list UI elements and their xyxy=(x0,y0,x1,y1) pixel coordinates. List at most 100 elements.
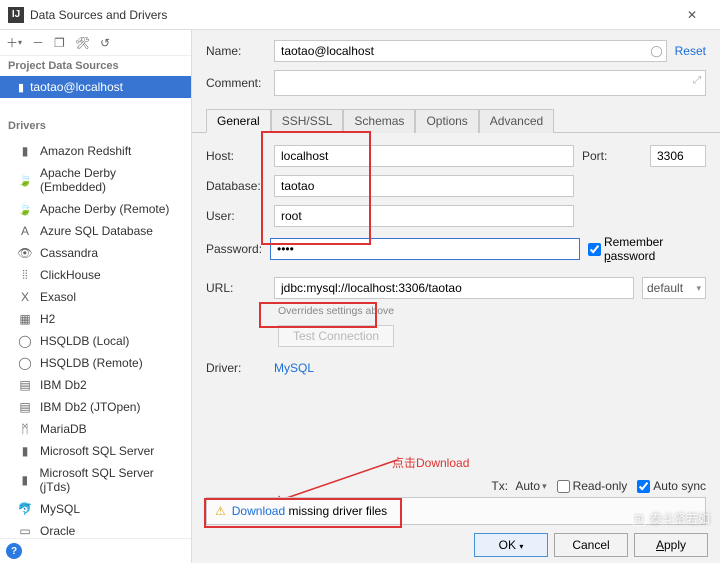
autosync-checkbox[interactable] xyxy=(637,480,650,493)
driver-label: Driver: xyxy=(206,361,266,375)
password-input[interactable] xyxy=(270,238,580,260)
driver-item[interactable]: ▮ Microsoft SQL Server xyxy=(0,440,191,462)
titlebar: IJ Data Sources and Drivers ✕ xyxy=(0,0,720,30)
driver-item[interactable]: AAzure SQL Database xyxy=(0,220,191,242)
driver-icon: ▤ xyxy=(18,378,32,392)
dialog-buttons: OK ▾ Cancel Apply xyxy=(474,533,708,557)
driver-link[interactable]: MySQL xyxy=(274,361,314,375)
driver-icon: ◯ xyxy=(18,356,32,370)
tab-ssh-ssl[interactable]: SSH/SSL xyxy=(271,109,344,133)
add-icon[interactable]: ＋▾ xyxy=(6,34,22,51)
password-label: Password: xyxy=(206,242,262,256)
driver-label: Exasol xyxy=(40,290,76,304)
help-icon[interactable]: ? xyxy=(6,543,22,559)
driver-label: HSQLDB (Remote) xyxy=(40,356,143,370)
warning-icon: ⚠ xyxy=(215,504,226,518)
driver-icon: ᛗ xyxy=(18,422,32,436)
tab-options[interactable]: Options xyxy=(415,109,478,133)
close-icon[interactable]: ✕ xyxy=(672,0,712,30)
selected-datasource[interactable]: ▮ taotao@localhost xyxy=(0,76,191,98)
driver-icon: ▮ xyxy=(18,473,32,487)
download-rest: missing driver files xyxy=(285,504,387,518)
driver-icon: ▮ xyxy=(18,444,32,458)
remember-password-label: Remember password xyxy=(604,235,706,263)
host-input[interactable] xyxy=(274,145,574,167)
port-input[interactable] xyxy=(650,145,706,167)
driver-icon: ▮ xyxy=(18,144,32,158)
comment-input[interactable]: ⤢ xyxy=(274,70,706,96)
remember-password-checkbox[interactable] xyxy=(588,243,601,256)
readonly-checkbox[interactable] xyxy=(557,480,570,493)
driver-item[interactable]: 👁Cassandra xyxy=(0,242,191,264)
ok-button[interactable]: OK ▾ xyxy=(474,533,548,557)
tab-schemas[interactable]: Schemas xyxy=(343,109,415,133)
wrench-icon[interactable]: 🛠 xyxy=(75,36,90,50)
tab-advanced[interactable]: Advanced xyxy=(479,109,554,133)
url-mode-select[interactable]: default▾ xyxy=(642,277,706,299)
driver-item[interactable]: ▦ H2 xyxy=(0,308,191,330)
readonly-option[interactable]: Read-only xyxy=(557,479,628,493)
driver-label: H2 xyxy=(40,312,55,326)
driver-item[interactable]: 🍃Apache Derby (Embedded) xyxy=(0,162,191,198)
help-footer: ? xyxy=(0,538,191,563)
revert-icon[interactable]: ↺ xyxy=(100,36,110,50)
port-label: Port: xyxy=(582,149,642,163)
driver-item[interactable]: ▮ Microsoft SQL Server (jTds) xyxy=(0,462,191,498)
zhihu-icon: 知 xyxy=(632,512,646,526)
watermark: 知 泰斗贤若如 xyxy=(632,510,710,527)
overrides-note: Overrides settings above xyxy=(278,305,706,317)
driver-label: MySQL xyxy=(40,502,80,516)
general-panel: Host: Port: Database: User: Password: Re… xyxy=(192,133,720,563)
driver-item[interactable]: ◯ HSQLDB (Remote) xyxy=(0,352,191,374)
user-input[interactable] xyxy=(274,205,574,227)
copy-icon[interactable]: ❐ xyxy=(54,36,65,50)
drivers-header: Drivers xyxy=(0,116,191,136)
driver-label: Amazon Redshift xyxy=(40,144,131,158)
drivers-list: ▮Amazon Redshift🍃Apache Derby (Embedded)… xyxy=(0,136,191,538)
autosync-option[interactable]: Auto sync xyxy=(637,479,706,493)
clear-icon[interactable]: ◯ xyxy=(650,45,662,58)
driver-label: HSQLDB (Local) xyxy=(40,334,129,348)
comment-label: Comment: xyxy=(206,76,266,90)
driver-item[interactable]: ▭Oracle xyxy=(0,520,191,538)
driver-item[interactable]: ◯ HSQLDB (Local) xyxy=(0,330,191,352)
remember-password[interactable]: Remember password xyxy=(588,235,706,263)
driver-icon: ▭ xyxy=(18,524,32,538)
driver-item[interactable]: 🐬MySQL xyxy=(0,498,191,520)
driver-icon: ▤ xyxy=(18,400,32,414)
driver-item[interactable]: ▤IBM Db2 xyxy=(0,374,191,396)
chevron-down-icon[interactable]: ▾ xyxy=(542,481,547,492)
driver-icon: ▦ xyxy=(18,312,32,326)
name-label: Name: xyxy=(206,44,266,58)
cancel-button[interactable]: Cancel xyxy=(554,533,628,557)
url-label: URL: xyxy=(206,281,266,295)
url-input[interactable] xyxy=(274,277,634,299)
database-input[interactable] xyxy=(274,175,574,197)
apply-button[interactable]: Apply xyxy=(634,533,708,557)
name-input[interactable] xyxy=(274,40,667,62)
remove-icon[interactable]: － xyxy=(32,34,44,51)
driver-icon: X xyxy=(18,290,32,304)
driver-label: Microsoft SQL Server xyxy=(40,444,154,458)
datasource-icon: ▮ xyxy=(18,81,24,94)
driver-item[interactable]: ᛗMariaDB xyxy=(0,418,191,440)
driver-item[interactable]: ⦙⦙ClickHouse xyxy=(0,264,191,286)
reset-link[interactable]: Reset xyxy=(675,44,706,58)
driver-item[interactable]: X Exasol xyxy=(0,286,191,308)
driver-item[interactable]: ▮ Amazon Redshift xyxy=(0,140,191,162)
driver-icon: 🍃 xyxy=(18,202,32,216)
driver-item[interactable]: ▤IBM Db2 (JTOpen) xyxy=(0,396,191,418)
download-link[interactable]: Download xyxy=(232,504,285,518)
driver-label: Apache Derby (Embedded) xyxy=(40,166,183,194)
tab-general[interactable]: General xyxy=(206,109,271,133)
app-icon: IJ xyxy=(8,7,24,23)
driver-label: ClickHouse xyxy=(40,268,101,282)
driver-icon: ◯ xyxy=(18,334,32,348)
driver-label: Microsoft SQL Server (jTds) xyxy=(40,466,183,494)
test-connection-button[interactable]: Test Connection xyxy=(278,325,394,347)
window-title: Data Sources and Drivers xyxy=(30,8,672,22)
left-toolbar: ＋▾ － ❐ 🛠 ↺ xyxy=(0,30,191,56)
expand-icon[interactable]: ⤢ xyxy=(693,75,701,86)
tx-label: Tx: xyxy=(491,479,508,493)
driver-item[interactable]: 🍃Apache Derby (Remote) xyxy=(0,198,191,220)
